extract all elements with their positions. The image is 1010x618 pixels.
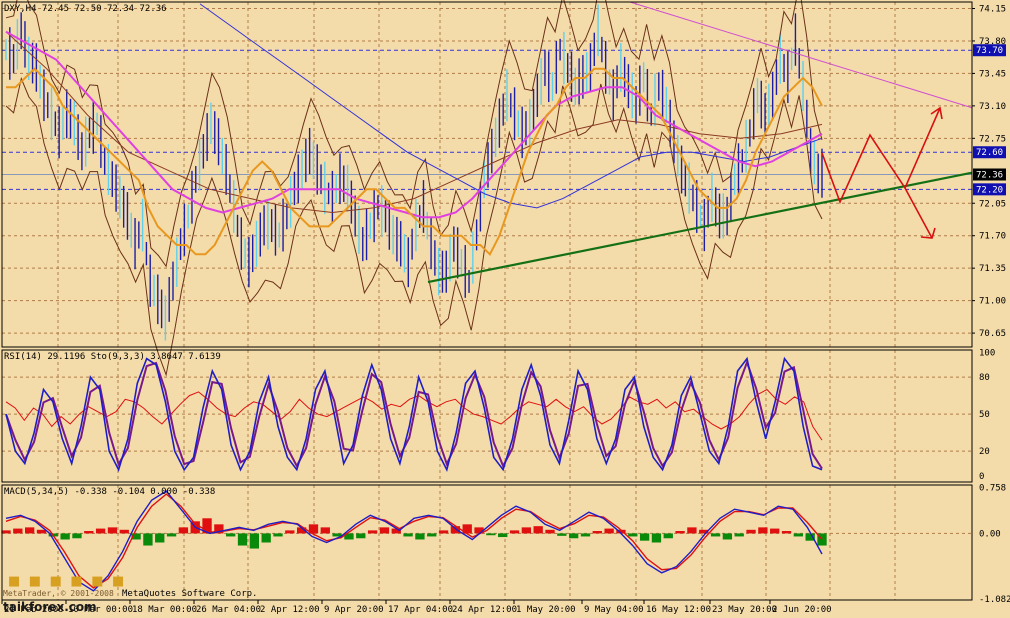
rsi-tick-label: 100 (979, 348, 995, 358)
macd-histogram-bar (226, 533, 236, 537)
time-tick-label: 9 Apr 20:00 (324, 605, 384, 615)
macd-histogram-bar (95, 528, 106, 534)
macd-histogram-bar (237, 533, 248, 546)
time-tick-label: 24 Apr 12:00 (452, 605, 517, 615)
rsi-tick-label: 0 (979, 472, 984, 482)
macd-histogram-bar (486, 533, 496, 536)
macd-histogram-bar (107, 527, 118, 534)
price-tick-label: 72.05 (979, 199, 1006, 209)
macd-panel-title: MACD(5,34,5) -0.338 -0.104 0.000 -0.338 (4, 487, 215, 497)
watermark-text: taikforex.com (3, 600, 97, 614)
macd-histogram-bar (72, 533, 82, 539)
macd-histogram-bar (285, 530, 295, 534)
time-tick-label: 23 May 20:00 (712, 605, 777, 615)
macd-histogram-bar (781, 531, 792, 534)
time-tick-label: 1 May 20:00 (516, 605, 576, 615)
macd-histogram-bar (498, 533, 508, 538)
macd-histogram-bar (24, 527, 35, 534)
macd-histogram-bar (1, 530, 11, 534)
macd-histogram-bar (639, 533, 650, 541)
macd-histogram-bar (356, 533, 366, 539)
price-panel-title: DXY,H4 72.45 72.50 72.34 72.36 (4, 4, 167, 14)
price-tick-label: 73.10 (979, 102, 1006, 112)
price-label: 72.60 (976, 148, 1003, 158)
macd-histogram-bar (60, 533, 70, 540)
macd-histogram-bar (119, 529, 129, 534)
time-tick-label: 2 Apr 12:00 (260, 605, 320, 615)
price-tick-label: 73.45 (979, 69, 1006, 79)
price-label: 72.20 (976, 185, 1003, 195)
macd-tick-label: 0.00 (979, 529, 1001, 539)
macd-histogram-bar (793, 533, 804, 537)
macd-histogram-bar (521, 527, 532, 534)
macd-histogram-bar (533, 526, 543, 534)
macd-histogram-bar (273, 533, 283, 537)
rsi-tick-label: 50 (979, 410, 990, 420)
time-tick-label: 26 Mar 04:00 (196, 605, 261, 615)
macd-histogram-bar (557, 533, 567, 536)
macd-histogram-bar (580, 533, 591, 537)
price-tick-label: 70.65 (979, 329, 1006, 339)
macd-histogram-bar (509, 530, 520, 534)
price-tick-label: 74.15 (979, 4, 1006, 14)
macd-histogram-bar (166, 533, 177, 537)
rsi-tick-label: 80 (979, 373, 990, 383)
copyright-text: MetaQuotes Software Corp. (122, 589, 257, 599)
macd-histogram-bar (592, 531, 602, 534)
price-label: 73.70 (976, 46, 1003, 56)
macd-histogram-bar (249, 533, 260, 549)
time-tick-label: 18 Mar 00:00 (132, 605, 197, 615)
macd-histogram-bar (734, 533, 744, 537)
macd-histogram-bar (261, 533, 271, 543)
macd-histogram-bar (36, 529, 47, 534)
macd-histogram-bar (367, 530, 378, 534)
macd-histogram-bar (604, 528, 614, 534)
price-tick-label: 71.35 (979, 264, 1006, 274)
macd-histogram-bar (663, 533, 673, 539)
price-tick-label: 72.75 (979, 134, 1006, 144)
macd-histogram-bar (628, 533, 638, 537)
macd-histogram-bar (427, 533, 437, 537)
macd-histogram-bar (722, 533, 733, 540)
macd-histogram-bar (545, 529, 555, 534)
price-tick-label: 71.00 (979, 297, 1006, 307)
macd-tick-label: 0.758 (979, 484, 1006, 494)
macd-histogram-bar (379, 527, 390, 534)
macd-histogram-bar (687, 527, 697, 534)
time-tick-label: 9 May 04:00 (584, 605, 644, 615)
macd-histogram-bar (415, 533, 425, 540)
price-label: 72.36 (976, 171, 1003, 181)
svg-text:■ ■ ■ ■ ■ ■: ■ ■ ■ ■ ■ ■ (8, 574, 126, 589)
macd-histogram-bar (438, 530, 449, 534)
macd-histogram-bar (746, 529, 756, 534)
macd-histogram-bar (143, 533, 153, 546)
time-tick-label: 16 May 12:00 (646, 605, 711, 615)
macd-histogram-bar (403, 533, 413, 537)
macd-histogram-bar (155, 533, 165, 543)
macd-histogram-bar (770, 528, 780, 534)
macd-tick-label: -1.082 (979, 595, 1010, 605)
rsi-panel-title: RSI(14) 29.1196 Sto(9,3,3) 3.8647 7.6139 (4, 352, 221, 362)
macd-histogram-bar (178, 527, 189, 534)
time-tick-label: 17 Apr 04:00 (388, 605, 453, 615)
macd-histogram-bar (675, 531, 685, 534)
copyright-prefix: MetaTrader, © 2001-2008 (3, 589, 114, 598)
macd-histogram-bar (84, 531, 94, 534)
time-tick-label: 2 Jun 20:00 (772, 605, 832, 615)
macd-histogram-bar (758, 527, 768, 534)
macd-histogram-bar (320, 527, 330, 534)
macd-histogram-bar (710, 533, 721, 537)
macd-histogram-bar (568, 533, 579, 539)
price-tick-label: 71.70 (979, 232, 1006, 242)
forex-chart[interactable]: DXY,H4 72.45 72.50 72.34 72.36 74.1573.8… (0, 0, 1010, 618)
rsi-tick-label: 20 (979, 447, 990, 457)
macd-histogram-bar (651, 533, 662, 543)
macd-histogram-bar (13, 528, 23, 534)
